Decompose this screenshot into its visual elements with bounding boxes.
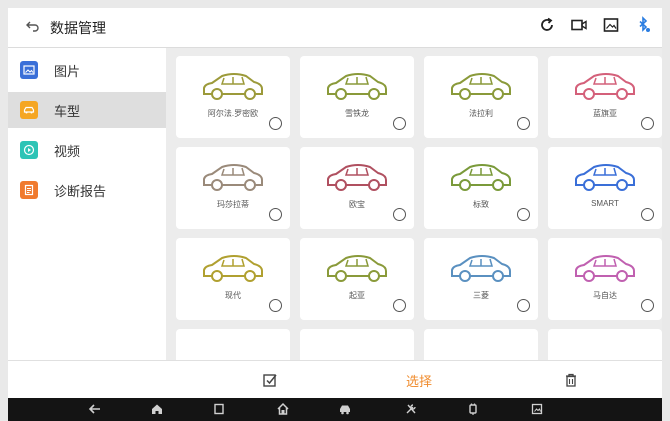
select-radio[interactable] (269, 208, 282, 221)
car-model-card[interactable]: 法拉利 (424, 56, 538, 138)
sidebar-item-videos[interactable]: 视频 (8, 132, 166, 168)
car-model-card-partial[interactable] (300, 329, 414, 360)
car-model-card[interactable]: 蓝旗亚 (548, 56, 662, 138)
car-model-grid: 阿尔法.罗密欧 雪铁龙 法拉利 蓝旗亚玛莎拉蒂 欧宝 标致 SMART 现代 起亚 三菱 马自达 (166, 48, 662, 360)
car-model-card-partial[interactable] (424, 329, 538, 360)
car-silhouette-icon (203, 73, 263, 100)
car-model-card[interactable]: 欧宝 (300, 147, 414, 229)
refresh-icon[interactable] (538, 16, 556, 34)
sidebar-item-label: 视频 (54, 143, 81, 159)
sidebar: 图片 车型 视频 诊断报告 (8, 48, 166, 360)
report-icon (20, 181, 38, 199)
car-model-card[interactable]: 起亚 (300, 238, 414, 320)
car-silhouette-icon (575, 164, 635, 191)
select-all-icon[interactable] (262, 370, 278, 390)
trash-icon[interactable] (563, 370, 579, 390)
select-radio[interactable] (517, 208, 530, 221)
gallery-icon[interactable] (602, 16, 620, 34)
car-model-card[interactable]: SMART (548, 147, 662, 229)
select-radio[interactable] (269, 299, 282, 312)
select-radio[interactable] (641, 208, 654, 221)
car-icon (20, 101, 38, 119)
car-model-card[interactable]: 标致 (424, 147, 538, 229)
house-icon[interactable] (276, 402, 290, 416)
sidebar-item-reports[interactable]: 诊断报告 (8, 172, 166, 208)
page-title: 数据管理 (50, 19, 106, 36)
select-radio[interactable] (393, 208, 406, 221)
car-silhouette-icon (451, 73, 511, 100)
video-record-icon[interactable] (570, 16, 588, 34)
sidebar-item-images[interactable]: 图片 (8, 52, 166, 88)
screenshot-icon[interactable] (530, 402, 544, 416)
select-radio[interactable] (517, 299, 530, 312)
car-silhouette-icon (203, 255, 263, 282)
back-arrow-icon[interactable] (18, 19, 46, 37)
car-silhouette-icon (203, 164, 263, 191)
select-radio[interactable] (641, 117, 654, 130)
tools-icon[interactable] (404, 402, 418, 416)
sidebar-item-car-models[interactable]: 车型 (8, 92, 166, 128)
car-model-name: SMART (591, 199, 619, 208)
car-model-card-partial[interactable] (176, 329, 290, 360)
system-nav-bar (8, 398, 662, 421)
image-icon (20, 61, 38, 79)
car-silhouette-icon (451, 255, 511, 282)
car-model-card[interactable]: 三菱 (424, 238, 538, 320)
select-radio[interactable] (393, 117, 406, 130)
nav-back-icon[interactable] (88, 402, 102, 416)
select-radio[interactable] (641, 299, 654, 312)
select-button[interactable]: 选择 (406, 370, 432, 390)
video-icon (20, 141, 38, 159)
select-radio[interactable] (269, 117, 282, 130)
sidebar-item-label: 车型 (54, 103, 81, 119)
car-model-card[interactable]: 雪铁龙 (300, 56, 414, 138)
vci-icon[interactable] (466, 402, 480, 416)
car-silhouette-icon (575, 255, 635, 282)
sidebar-item-label: 图片 (54, 63, 81, 79)
car-model-card[interactable]: 玛莎拉蒂 (176, 147, 290, 229)
car-model-card-partial[interactable] (548, 329, 662, 360)
car-silhouette-icon (327, 73, 387, 100)
select-radio[interactable] (517, 117, 530, 130)
car-model-card[interactable]: 现代 (176, 238, 290, 320)
bluetooth-icon[interactable] (634, 16, 652, 34)
car-silhouette-icon (575, 73, 635, 100)
car-diagnose-icon[interactable] (338, 402, 352, 416)
car-model-card[interactable]: 阿尔法.罗密欧 (176, 56, 290, 138)
action-bar: 选择 (8, 360, 662, 398)
car-silhouette-icon (327, 164, 387, 191)
title-bar: 数据管理 (8, 8, 662, 48)
car-model-card[interactable]: 马自达 (548, 238, 662, 320)
select-label: 选择 (406, 373, 433, 389)
car-silhouette-icon (451, 164, 511, 191)
select-radio[interactable] (393, 299, 406, 312)
sidebar-item-label: 诊断报告 (54, 183, 107, 199)
home-icon[interactable] (150, 402, 164, 416)
recent-apps-icon[interactable] (212, 402, 226, 416)
car-silhouette-icon (327, 255, 387, 282)
